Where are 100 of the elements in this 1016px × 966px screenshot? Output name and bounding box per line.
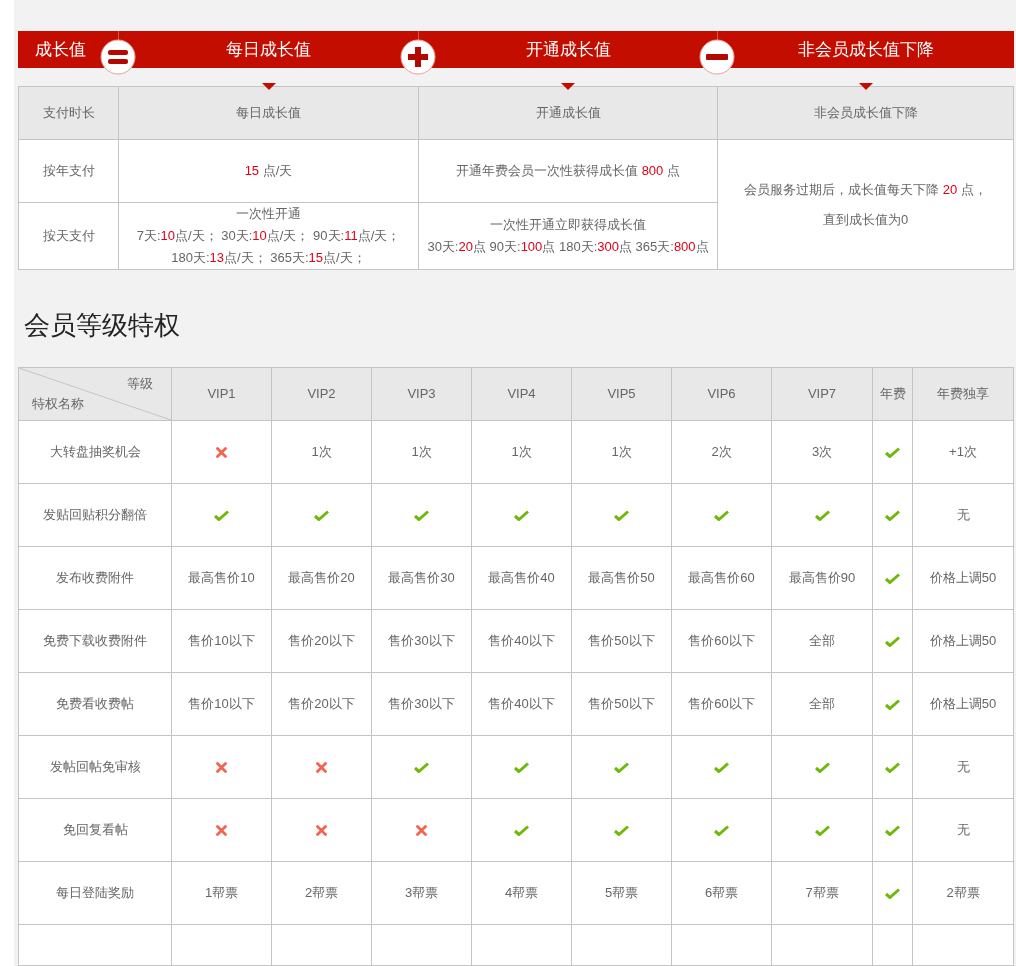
minus-icon [699, 38, 735, 75]
check-icon [514, 509, 529, 521]
check-icon [514, 824, 529, 836]
check-icon [885, 446, 900, 458]
table-cell: 7帮票 [772, 862, 872, 924]
check-icon [885, 824, 900, 836]
banner-label: 成长值 [34, 38, 86, 61]
column-header: VIP2 [272, 368, 371, 420]
check-icon [885, 887, 900, 899]
table-cell: 全部 [772, 610, 872, 672]
row-header: 免费下载收费附件 [19, 610, 171, 672]
table-cell-text: 30天:20点 90天:100点 180天:300点 365天:800点 [427, 238, 709, 256]
column-header: VIP4 [472, 368, 571, 420]
table-cell: 1次 [572, 421, 671, 483]
row-header: 大转盘抽奖机会 [19, 421, 171, 483]
table-cell-text: 15 点/天 [244, 162, 293, 180]
table-cell-text: 180天:13点/天； 365天:15点/天； [171, 249, 366, 267]
table-cell: 最高售价10 [172, 547, 271, 609]
table-cell: 6帮票 [672, 862, 771, 924]
column-header: VIP6 [672, 368, 771, 420]
table-cell: 售价30以下 [372, 673, 471, 735]
check-icon [885, 761, 900, 773]
table-cell: 1次 [372, 421, 471, 483]
row-header: 发布收费附件 [19, 547, 171, 609]
column-header: 年费 [873, 368, 912, 420]
table-cell: 价格上调50 [913, 547, 1013, 609]
section-title: 会员等级特权 [23, 309, 181, 342]
table-cell: 2帮票 [913, 862, 1013, 924]
table-cell: 1次 [272, 421, 371, 483]
column-header: 开通成长值 [419, 87, 717, 139]
row-header: 发帖回帖免审核 [19, 736, 171, 798]
table-cell: 售价40以下 [472, 610, 571, 672]
banner-label: 开通成长值 [525, 38, 611, 61]
corner-label: 特权名称 [32, 394, 84, 413]
check-icon [614, 824, 629, 836]
table-cell-text: 7天:10点/天； 30天:10点/天； 90天:11点/天； [136, 227, 401, 245]
check-icon [885, 635, 900, 647]
check-icon [714, 761, 729, 773]
table-cell: 最高售价50 [572, 547, 671, 609]
row-header: 免费看收费帖 [19, 673, 171, 735]
table-cell: 最高售价90 [772, 547, 872, 609]
check-icon [614, 761, 629, 773]
table-cell: 5帮票 [572, 862, 671, 924]
table-cell: 最高售价20 [272, 547, 371, 609]
check-icon [814, 509, 830, 521]
column-header: 每日成长值 [119, 87, 418, 139]
table-cell-text: 开通年费会员一次性获得成长值 800 点 [456, 162, 680, 180]
column-header: VIP7 [772, 368, 872, 420]
table-cell: 最高售价60 [672, 547, 771, 609]
table-cell: 1帮票 [172, 862, 271, 924]
table-cell: 售价10以下 [172, 610, 271, 672]
cross-icon [216, 761, 227, 773]
plus-icon [400, 38, 436, 75]
check-icon [885, 698, 900, 710]
cross-icon [316, 824, 327, 836]
banner-label: 非会员成长值下降 [798, 38, 934, 61]
table-cell-text: 会员服务过期后，成长值每天下降 20 点， [744, 180, 987, 199]
table-cell: 无 [913, 484, 1013, 546]
table-cell: 售价60以下 [672, 673, 771, 735]
table-cell: 售价20以下 [272, 673, 371, 735]
column-header: VIP3 [372, 368, 471, 420]
cross-icon [216, 824, 227, 836]
check-icon [514, 761, 529, 773]
cross-icon [416, 824, 427, 836]
table-cell: 价格上调50 [913, 673, 1013, 735]
check-icon [414, 509, 429, 521]
table-cell: 2帮票 [272, 862, 371, 924]
row-header: 按年支付 [19, 140, 118, 202]
table-cell: 全部 [772, 673, 872, 735]
table-cell-text: 一次性开通 [236, 205, 301, 223]
table-cell: 售价10以下 [172, 673, 271, 735]
check-icon [314, 509, 329, 521]
column-header: VIP5 [572, 368, 671, 420]
check-icon [885, 509, 900, 521]
table-cell: 无 [913, 736, 1013, 798]
table-cell: +1次 [913, 421, 1013, 483]
table-cell: 售价40以下 [472, 673, 571, 735]
column-header: 支付时长 [19, 87, 118, 139]
row-header: 免回复看帖 [19, 799, 171, 861]
table-cell: 售价20以下 [272, 610, 371, 672]
column-header: 非会员成长值下降 [718, 87, 1013, 139]
column-header: 年费独享 [913, 368, 1013, 420]
column-header: VIP1 [172, 368, 271, 420]
table-cell: 无 [913, 799, 1013, 861]
check-icon [414, 761, 429, 773]
equals-icon [100, 38, 136, 75]
table-cell: 售价50以下 [572, 610, 671, 672]
banner-label: 每日成长值 [226, 38, 311, 61]
corner-label: 等级 [127, 375, 153, 393]
table-cell-text: 直到成长值为0 [822, 210, 909, 229]
row-header: 发贴回贴积分翻倍 [19, 484, 171, 546]
check-icon [714, 824, 729, 836]
row-header: 按天支付 [19, 203, 118, 269]
cross-icon [316, 761, 327, 773]
check-icon [814, 761, 830, 773]
check-icon [885, 572, 900, 584]
table-cell-text: 一次性开通立即获得成长值 [490, 216, 646, 234]
table-cell: 3次 [772, 421, 872, 483]
table-cell: 售价60以下 [672, 610, 771, 672]
table-cell: 售价30以下 [372, 610, 471, 672]
